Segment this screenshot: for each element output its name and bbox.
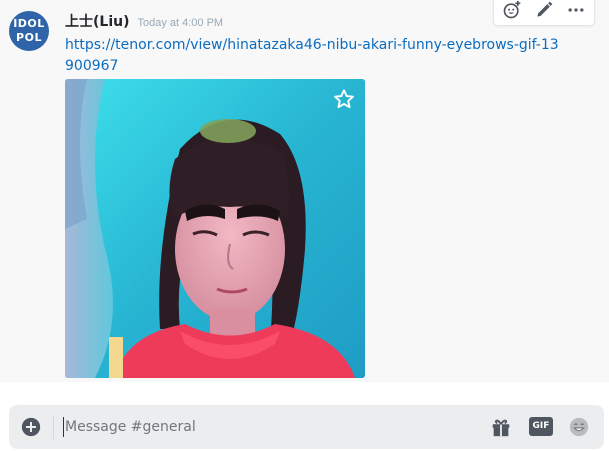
plus-circle-icon[interactable] xyxy=(21,417,41,437)
star-outline-icon[interactable] xyxy=(333,88,355,110)
message-actions-toolbar xyxy=(493,0,595,26)
edit-pencil-icon[interactable] xyxy=(530,0,558,24)
add-reaction-icon[interactable] xyxy=(498,0,526,24)
message-list: IDOL POL 上士(Liu) Today at 4:00 PM https:… xyxy=(0,0,609,382)
composer-divider xyxy=(53,415,54,439)
timestamp: Today at 4:00 PM xyxy=(137,17,224,29)
gif-button[interactable]: GIF xyxy=(529,417,553,436)
more-dots-icon[interactable] xyxy=(562,0,590,24)
username[interactable]: 上士(Liu) xyxy=(65,11,129,31)
gif-embed[interactable] xyxy=(65,79,365,378)
gif-image xyxy=(65,79,365,378)
message-input[interactable] xyxy=(63,417,475,437)
message-link[interactable]: https://tenor.com/view/hinatazaka46-nibu… xyxy=(65,35,565,77)
avatar-text-line1: IDOL xyxy=(13,17,45,30)
avatar[interactable]: IDOL POL xyxy=(9,11,49,51)
message-header: 上士(Liu) Today at 4:00 PM xyxy=(65,11,223,31)
emoji-face-icon[interactable] xyxy=(568,416,590,438)
gift-icon[interactable] xyxy=(490,416,512,438)
message-composer: GIF xyxy=(9,405,604,449)
avatar-text-line2: POL xyxy=(16,31,42,44)
